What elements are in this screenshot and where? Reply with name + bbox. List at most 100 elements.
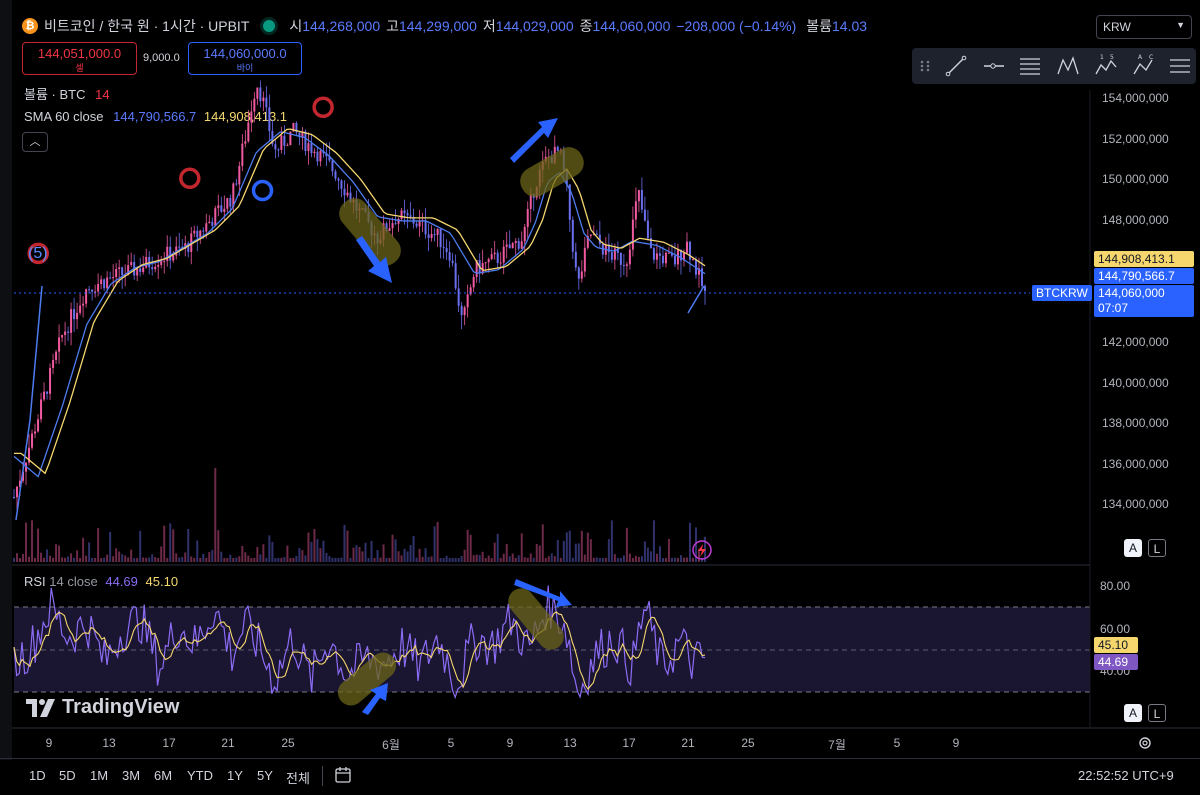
volume-bar (571, 557, 574, 562)
volume-bar (40, 552, 43, 562)
candle-body (55, 351, 58, 361)
volume-bar (34, 557, 37, 562)
volume-bar (658, 546, 661, 562)
volume-bar (643, 541, 646, 562)
volume-bar (574, 543, 577, 562)
timeframe-button[interactable]: 3M (122, 768, 140, 783)
volume-bar (436, 521, 439, 562)
candle-body (394, 223, 397, 225)
volume-bar (199, 557, 202, 562)
timeframe-button[interactable]: YTD (187, 768, 213, 783)
candle-body (505, 244, 508, 247)
candle-body (688, 241, 691, 260)
trend-line-annotation-2 (687, 285, 705, 314)
volume-bar (667, 538, 670, 562)
rsi-value-tag: 44.69 (1094, 654, 1138, 670)
candle-body (526, 208, 529, 227)
volume-bar (640, 556, 643, 562)
candle-body (217, 205, 220, 209)
volume-bar (49, 555, 52, 562)
volume-bar (154, 557, 157, 562)
volume-bar (454, 558, 457, 562)
candle-body (514, 240, 517, 243)
date-range-icon[interactable] (334, 766, 354, 784)
time-axis-label: 21 (681, 736, 695, 750)
timeframe-button[interactable]: 5Y (257, 768, 273, 783)
symbol-price-tag: BTCKRW (1032, 285, 1092, 301)
log-scale-button[interactable]: L (1148, 539, 1166, 557)
volume-bar (364, 542, 367, 562)
candle-body (211, 221, 214, 226)
candle-body (157, 264, 160, 267)
candle-body (49, 367, 52, 394)
volume-bar (175, 553, 178, 562)
volume-bar (460, 555, 463, 562)
volume-bar (181, 557, 184, 562)
candle-body (136, 268, 139, 276)
auto-scale-button[interactable]: A (1124, 539, 1142, 557)
candle-body (286, 145, 289, 147)
volume-bar (280, 557, 283, 562)
volume-bar (196, 540, 199, 562)
candle-body (64, 331, 67, 336)
candle-body (67, 331, 70, 333)
candle-body (37, 419, 40, 432)
volume-bar (646, 547, 649, 562)
timeframe-button[interactable]: 6M (154, 768, 172, 783)
volume-bar (598, 557, 601, 562)
timeframe-button[interactable]: 1Y (227, 768, 243, 783)
volume-bar (358, 546, 361, 562)
time-axis-label: 21 (221, 736, 235, 750)
volume-bar (250, 557, 253, 562)
volume-bar (385, 557, 388, 562)
volume-bar (283, 557, 286, 562)
candle-body (610, 252, 613, 260)
price-chart[interactable] (0, 0, 1200, 760)
candle-body (91, 289, 94, 292)
candle-body (631, 219, 634, 250)
volume-bar (535, 543, 538, 562)
utc-clock[interactable]: 22:52:52 UTC+9 (1078, 768, 1174, 783)
sell-signal-marker (179, 167, 201, 190)
candle-body (256, 87, 259, 99)
rsi-axis-label: 60.00 (1100, 622, 1131, 636)
candle-body (202, 230, 205, 232)
volume-bar (511, 553, 514, 562)
rsi-legend[interactable]: RSI 14 close 44.69 45.10 (24, 574, 178, 589)
rsi-auto-scale-button[interactable]: A (1124, 704, 1142, 722)
candle-body (409, 215, 412, 217)
candle-body (391, 223, 394, 229)
candle-body (634, 201, 637, 220)
time-axis-label: 5 (893, 736, 901, 750)
volume-bar (319, 548, 322, 562)
candle-body (169, 246, 172, 261)
volume-bar (22, 554, 25, 562)
candle-body (418, 220, 421, 227)
settings-icon[interactable] (1137, 735, 1153, 751)
candle-body (193, 230, 196, 234)
volume-bar (76, 550, 79, 562)
volume-bar (373, 557, 376, 562)
volume-bar (259, 554, 262, 562)
timeframe-button[interactable]: 전체 (286, 768, 310, 787)
candle-body (310, 143, 313, 154)
sma-blue-price-tag: 144,790,566.7 (1094, 268, 1194, 284)
candle-body (73, 309, 76, 320)
volume-bar (430, 556, 433, 562)
candle-body (76, 312, 79, 320)
volume-bar (355, 545, 358, 562)
volume-bar (406, 551, 409, 562)
candle-body (307, 143, 310, 152)
candle-body (253, 98, 256, 112)
timeframe-button[interactable]: 1D (29, 768, 46, 783)
candle-body (415, 223, 418, 227)
timeframe-button[interactable]: 1M (90, 768, 108, 783)
volume-bar (394, 539, 397, 562)
candlesticks (13, 80, 706, 510)
timeframe-button[interactable]: 5D (59, 768, 76, 783)
volume-bar (475, 554, 478, 562)
rsi-log-scale-button[interactable]: L (1148, 704, 1166, 722)
candle-body (574, 251, 577, 268)
signal-markers (27, 96, 334, 265)
bar-countdown: 07:07 (1098, 301, 1129, 315)
